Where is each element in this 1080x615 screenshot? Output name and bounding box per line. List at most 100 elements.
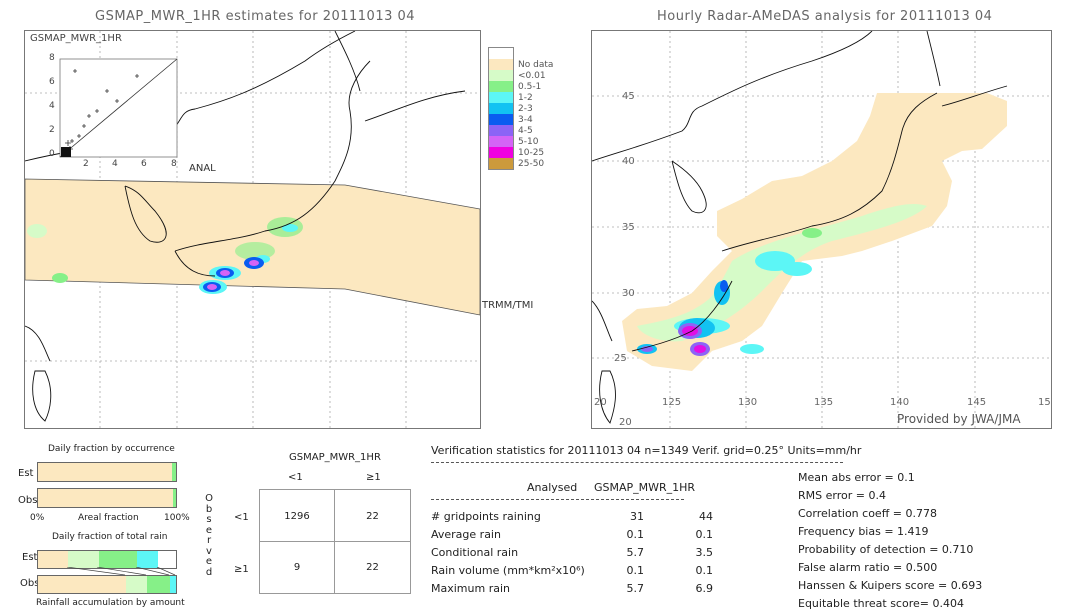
verification-model-value: 44 [699, 510, 713, 523]
verification-score: Equitable threat score= 0.404 [798, 597, 964, 610]
legend-item: 1-2 [488, 91, 553, 104]
legend-label: No data [518, 59, 554, 70]
inset-scatter [59, 58, 178, 158]
verification-scores: Mean abs error = 0.1 RMS error = 0.4 Corre… [798, 471, 982, 615]
contingency-col-header: GSMAP_MWR_1HR [289, 452, 381, 463]
verification-score: Probability of detection = 0.710 [798, 543, 974, 556]
legend-item: 4-5 [488, 124, 553, 137]
verification-col-divider [431, 499, 684, 500]
left-map-title: GSMAP_MWR_1HR estimates for 20111013 04 [95, 9, 416, 24]
verification-row-label: # gridpoints raining [431, 510, 541, 523]
lat-label: 40 [622, 156, 635, 167]
total-rain-est-segment [137, 551, 159, 568]
legend-label: <0.01 [518, 70, 546, 81]
left-map-panel: GSMAP_MWR_1HR 8 6 4 2 0 2 4 6 8 ANAL [24, 30, 481, 429]
scatter-cluster [61, 147, 71, 157]
contingency-col-label: ≥1 [366, 472, 381, 483]
total-rain-obs-segment [126, 576, 147, 593]
right-map-title: Hourly Radar-AMeDAS analysis for 2011101… [657, 9, 993, 24]
verification-score: RMS error = 0.4 [798, 489, 886, 502]
legend-label: 5-10 [518, 136, 539, 147]
contingency-table: 1296 22 9 22 [259, 489, 411, 594]
contingency-row-header: Observed [205, 493, 213, 578]
verification-header: Verification statistics for 20111013 04 … [431, 444, 862, 457]
right-map-panel: 45 40 35 30 25 20 20 125 130 135 140 145… [591, 30, 1052, 429]
verification-model-value: 3.5 [695, 546, 714, 559]
verification-analysed-value: 5.7 [626, 546, 645, 559]
verification-model-value: 0.1 [695, 564, 714, 577]
contingency-cell: 22 [366, 511, 379, 522]
verification-model-value: 0.1 [695, 528, 714, 541]
contingency-cell: 9 [293, 562, 301, 573]
lat-label: 25 [614, 353, 627, 364]
anal-label: ANAL [189, 163, 216, 174]
lon-label: 135 [814, 397, 834, 408]
occurrence-axis-center: Areal fraction [78, 513, 139, 523]
verification-row: Average rain 0.1 0.1 [431, 528, 751, 546]
data-credit: Provided by JWA/JMA [897, 412, 1021, 426]
total-rain-est-segment [68, 551, 99, 568]
lon-label: 145 [967, 397, 987, 408]
verification-row-label: Maximum rain [431, 582, 510, 595]
legend-swatch [488, 157, 514, 170]
lat-label: 20 [619, 417, 632, 428]
occurrence-axis-left: 0% [30, 513, 45, 523]
verification-score: False alarm ratio = 0.500 [798, 561, 938, 574]
verification-model-value: 6.9 [695, 582, 714, 595]
lon-label: 15 [1038, 397, 1051, 408]
verification-row-label: Rain volume (mm*km²x10⁶) [431, 564, 585, 577]
inset-y-tick: 0 [49, 149, 55, 159]
legend-label: 0.5-1 [518, 81, 542, 92]
legend-label: 1-2 [518, 92, 533, 103]
legend-item [488, 47, 553, 60]
legend-item: 2-3 [488, 102, 553, 115]
verification-analysed-value: 0.1 [626, 528, 645, 541]
verification-row: Conditional rain 5.7 3.5 [431, 546, 751, 564]
legend-label: 2-3 [518, 103, 533, 114]
contingency-row-label: <1 [234, 512, 249, 523]
verification-col-model: GSMAP_MWR_1HR [594, 481, 696, 494]
verification-table: # gridpoints raining 31 44 Average rain 0.1 0… [431, 510, 751, 600]
verification-score: Correlation coeff = 0.778 [798, 507, 937, 520]
inset-y-tick: 2 [49, 125, 55, 135]
occurrence-obs-bar [37, 488, 177, 508]
verification-col-analysed: Analysed [527, 481, 578, 494]
verification-row: Maximum rain 5.7 6.9 [431, 582, 751, 600]
occurrence-title: Daily fraction by occurrence [48, 444, 175, 454]
verification-row-label: Conditional rain [431, 546, 519, 559]
contingency-col-label: <1 [288, 472, 303, 483]
total-rain-est-segment [38, 551, 69, 568]
verification-analysed-value: 0.1 [626, 564, 645, 577]
left-map-canvas [25, 31, 480, 428]
total-rain-est-segment [98, 551, 138, 568]
total-rain-est-label: Est [22, 552, 38, 563]
occurrence-est-segment [171, 463, 176, 481]
contingency-cell: 1296 [284, 511, 310, 522]
inset-y-tick: 4 [49, 101, 55, 111]
contingency-cell: 22 [366, 562, 379, 573]
legend-label: 3-4 [518, 114, 533, 125]
total-rain-obs-bar [37, 575, 177, 594]
lat-label: 45 [622, 91, 635, 102]
legend-item: 5-10 [488, 135, 553, 148]
swath-label: TRMM/TMI [482, 300, 534, 311]
lon-label: 130 [738, 397, 758, 408]
verification-divider [431, 462, 843, 463]
legend-label: 4-5 [518, 125, 533, 136]
occurrence-obs-segment [38, 489, 173, 507]
occurrence-est-segment [38, 463, 172, 481]
contingency-row-label: ≥1 [234, 564, 249, 575]
verification-score: Mean abs error = 0.1 [798, 471, 915, 484]
verification-analysed-value: 31 [630, 510, 644, 523]
occurrence-axis-right: 100% [164, 513, 190, 523]
verification-row-label: Average rain [431, 528, 501, 541]
total-rain-title: Daily fraction of total rain [52, 532, 168, 542]
lon-label: 20 [594, 397, 607, 408]
occurrence-obs-segment [172, 489, 176, 507]
lon-label: 125 [662, 397, 682, 408]
inset-x-tick: 6 [141, 159, 147, 169]
total-rain-obs-segment [38, 576, 127, 593]
verification-score: Hanssen & Kuipers score = 0.693 [798, 579, 983, 592]
total-rain-obs-segment [147, 576, 171, 593]
inset-x-tick: 2 [83, 159, 89, 169]
